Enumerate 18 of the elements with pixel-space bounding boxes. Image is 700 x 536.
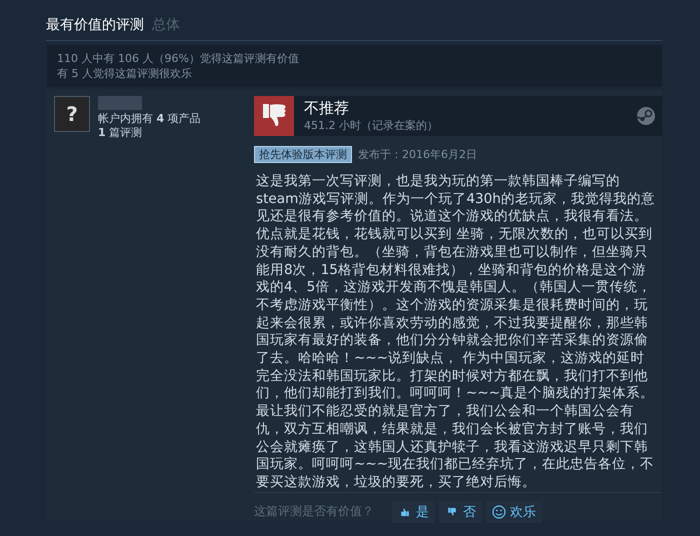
playtime: 451.2 小时（记录在案的） [304, 118, 439, 133]
verdict-label: 不推荐 [304, 99, 350, 118]
stat-line: 有 5 人觉得这篇评测很欢乐 [57, 66, 193, 81]
section-title: 最有价值的评测 [46, 16, 144, 34]
vote-button[interactable]: 是 [392, 500, 435, 523]
helpful-question: 这篇评测是否有价值？ [254, 503, 374, 520]
vote-button[interactable]: 否 [439, 500, 482, 523]
steam-logo-icon [636, 106, 656, 126]
products-count[interactable]: 帐户内拥有 4 项产品 [98, 112, 201, 126]
reviews-count[interactable]: 1 篇评测 [98, 126, 201, 140]
early-access-tag: 抢先体验版本评测 [254, 146, 352, 163]
vote-button[interactable]: 欢乐 [486, 500, 542, 523]
post-date: 发布于：2016年6月2日 [358, 147, 477, 162]
stat-line: 110 人中有 106 人（96%）觉得这篇评测有价值 [57, 51, 300, 66]
smiley-icon [492, 504, 506, 519]
review-text: 这是我第一次写评测，也是我为玩的第一款韩国棒子编写的steam游戏写评测。作为一个玩了430h的老玩家，我觉得我的意见还是很有参考价值的。说道这个游戏的优缺点，我很有看法。优点就是花钱，花钱就可以买到 坐骑，无限次数的，也可以买到没有耐久的背包。（坐骑，背包在游戏里也可以制作，但坐骑只能用8次，15格背包材料很难找），坐骑和背包的价格是这个游戏的4、5倍，这游戏开发商不愧是韩国人。（韩国人一贯传统，不考虑游戏平衡性）。这个游戏的资源采集是很耗费时间的，玩起来会很累，或许你喜欢劳动的感觉，不过我要提醒你，那些韩国玩家有最好的装备，他们分分钟就会把你们辛苦采集的资源偷了去。哈哈哈！~~~说到缺点， 作为中国玩家，这游戏的延时完全没法和韩国玩家比。打架的时候对方都在飘，我们打不到他们，他们却能打到我们。呵呵呵！~~~真是个脑残的打架体系。最让我们不能忍受的就是官方了，我们公会和一个韩国公会有仇，双方互相嘲讽，结果就是，我们会长被官方封了账号，我们公会就瘫痪了，这韩国人还真护犊子，我看这游戏迟早只剩下韩国玩家。呵呵呵~~~现在我们都已经弃坑了，在此忠告各位，不要买这款游戏，垃圾的要死，买了绝对后悔。 [256, 173, 656, 492]
redacted-bar [98, 96, 142, 110]
avatar[interactable]: ? [54, 96, 90, 132]
